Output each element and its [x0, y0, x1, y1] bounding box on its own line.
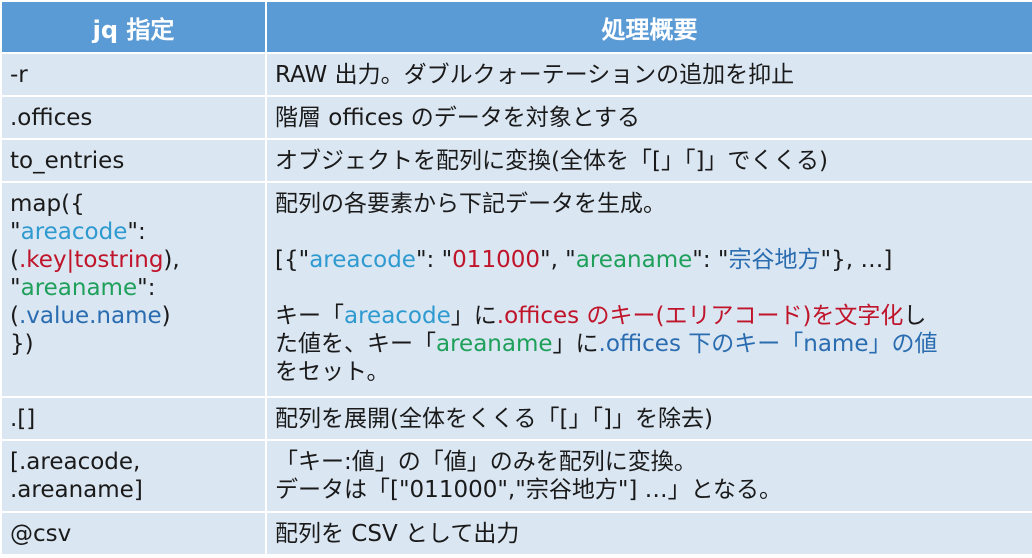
cmd-line: (.key|tostring),	[10, 246, 259, 274]
text: し	[903, 303, 927, 329]
keyword-areaname: areaname	[20, 275, 138, 301]
text: [{"	[275, 247, 310, 273]
cmd-line: (.value.name)	[10, 302, 259, 330]
text: "	[10, 275, 21, 301]
cmd-cell: .[]	[0, 396, 267, 441]
text: ),	[163, 247, 180, 273]
keyword-areacode: areacode	[309, 247, 416, 273]
keyword-areacode: areacode	[20, 219, 128, 245]
text: (	[10, 247, 19, 273]
table-row: -r RAW 出力。ダブルクォーテーションの追加を抑止	[0, 52, 1032, 97]
keyword-name-value: 宗谷地方	[728, 247, 821, 273]
keyword-offices-name: .offices 下のキー「name」の値	[598, 331, 938, 357]
desc-cell: 配列を展開(全体をくくる「[」「]」を除去)	[265, 396, 1032, 441]
text: ":	[127, 219, 146, 245]
text: た値を、キー「	[275, 331, 436, 357]
cmd-cell: -r	[0, 52, 267, 97]
keyword-value-name: .value.name	[18, 303, 162, 329]
table-row: .[] 配列を展開(全体をくくる「[」「]」を除去)	[0, 396, 1032, 441]
text: キー「	[275, 303, 344, 329]
cmd-cell: [.areacode, .areaname]	[0, 439, 267, 513]
desc-line: 「キー:値」の「値」のみを配列に変換。	[275, 449, 697, 475]
cmd-line: })	[10, 331, 34, 357]
desc-line: キー「areacode」に.offices のキー(エリアコード)を文字化し	[275, 302, 1026, 330]
keyword-areacode: areacode	[344, 303, 451, 329]
keyword-areaname: areaname	[436, 331, 553, 357]
text: "}, …]	[820, 247, 893, 273]
desc-line: [{"areacode": "011000", "areaname": "宗谷地…	[275, 246, 1026, 274]
table-row: @csv 配列を CSV として出力	[0, 511, 1032, 556]
header-processing-summary: 処理概要	[265, 0, 1032, 54]
text: ", "	[539, 247, 576, 273]
header-jq-option: jq 指定	[0, 0, 267, 54]
text: )	[161, 303, 171, 329]
text: 」に	[450, 303, 497, 329]
jq-options-table: jq 指定 処理概要 -r RAW 出力。ダブルクォーテーションの追加を抑止 .…	[0, 0, 1032, 556]
cmd-line: map({	[10, 191, 85, 217]
desc-cell: 「キー:値」の「値」のみを配列に変換。 データは「["011000","宗谷地方…	[265, 439, 1032, 513]
text: "	[10, 219, 21, 245]
cmd-cell: to_entries	[0, 138, 267, 183]
table-row: [.areacode, .areaname] 「キー:値」の「値」のみを配列に変…	[0, 439, 1032, 513]
text: 」に	[552, 331, 599, 357]
keyword-key-tostring: .key|tostring	[18, 247, 164, 273]
cmd-line: "areaname":	[10, 274, 259, 302]
text: (	[10, 303, 19, 329]
cmd-cell: @csv	[0, 511, 267, 556]
cmd-line: .areaname]	[10, 477, 143, 503]
desc-line: をセット。	[275, 359, 390, 385]
keyword-areaname: areaname	[575, 247, 693, 273]
desc-cell: 階層 offices のデータを対象とする	[265, 95, 1032, 140]
text: ": "	[415, 247, 453, 273]
cmd-line: [.areacode,	[10, 449, 141, 475]
cmd-cell: .offices	[0, 95, 267, 140]
cmd-cell: map({ "areacode": (.key|tostring), "area…	[0, 181, 267, 398]
desc-line: 配列の各要素から下記データを生成。	[275, 191, 666, 217]
table-row: to_entries オブジェクトを配列に変換(全体を「[」「]」でくくる)	[0, 138, 1032, 183]
desc-line: た値を、キー「areaname」に.offices 下のキー「name」の値	[275, 330, 1026, 358]
header-row: jq 指定 処理概要	[0, 0, 1032, 54]
keyword-offices-key: .offices のキー(エリアコード)を文字化	[496, 303, 904, 329]
desc-cell: オブジェクトを配列に変換(全体を「[」「]」でくくる)	[265, 138, 1032, 183]
table-row: .offices 階層 offices のデータを対象とする	[0, 95, 1032, 140]
text: ": "	[692, 247, 729, 273]
desc-cell: 配列を CSV として出力	[265, 511, 1032, 556]
desc-cell: 配列の各要素から下記データを生成。 [{"areacode": "011000"…	[265, 181, 1032, 398]
table-row: map({ "areacode": (.key|tostring), "area…	[0, 181, 1032, 398]
keyword-code-value: 011000	[452, 247, 540, 273]
desc-line: データは「["011000","宗谷地方"] …」となる。	[275, 477, 782, 503]
text: ":	[137, 275, 156, 301]
desc-cell: RAW 出力。ダブルクォーテーションの追加を抑止	[265, 52, 1032, 97]
cmd-line: "areacode":	[10, 218, 259, 246]
